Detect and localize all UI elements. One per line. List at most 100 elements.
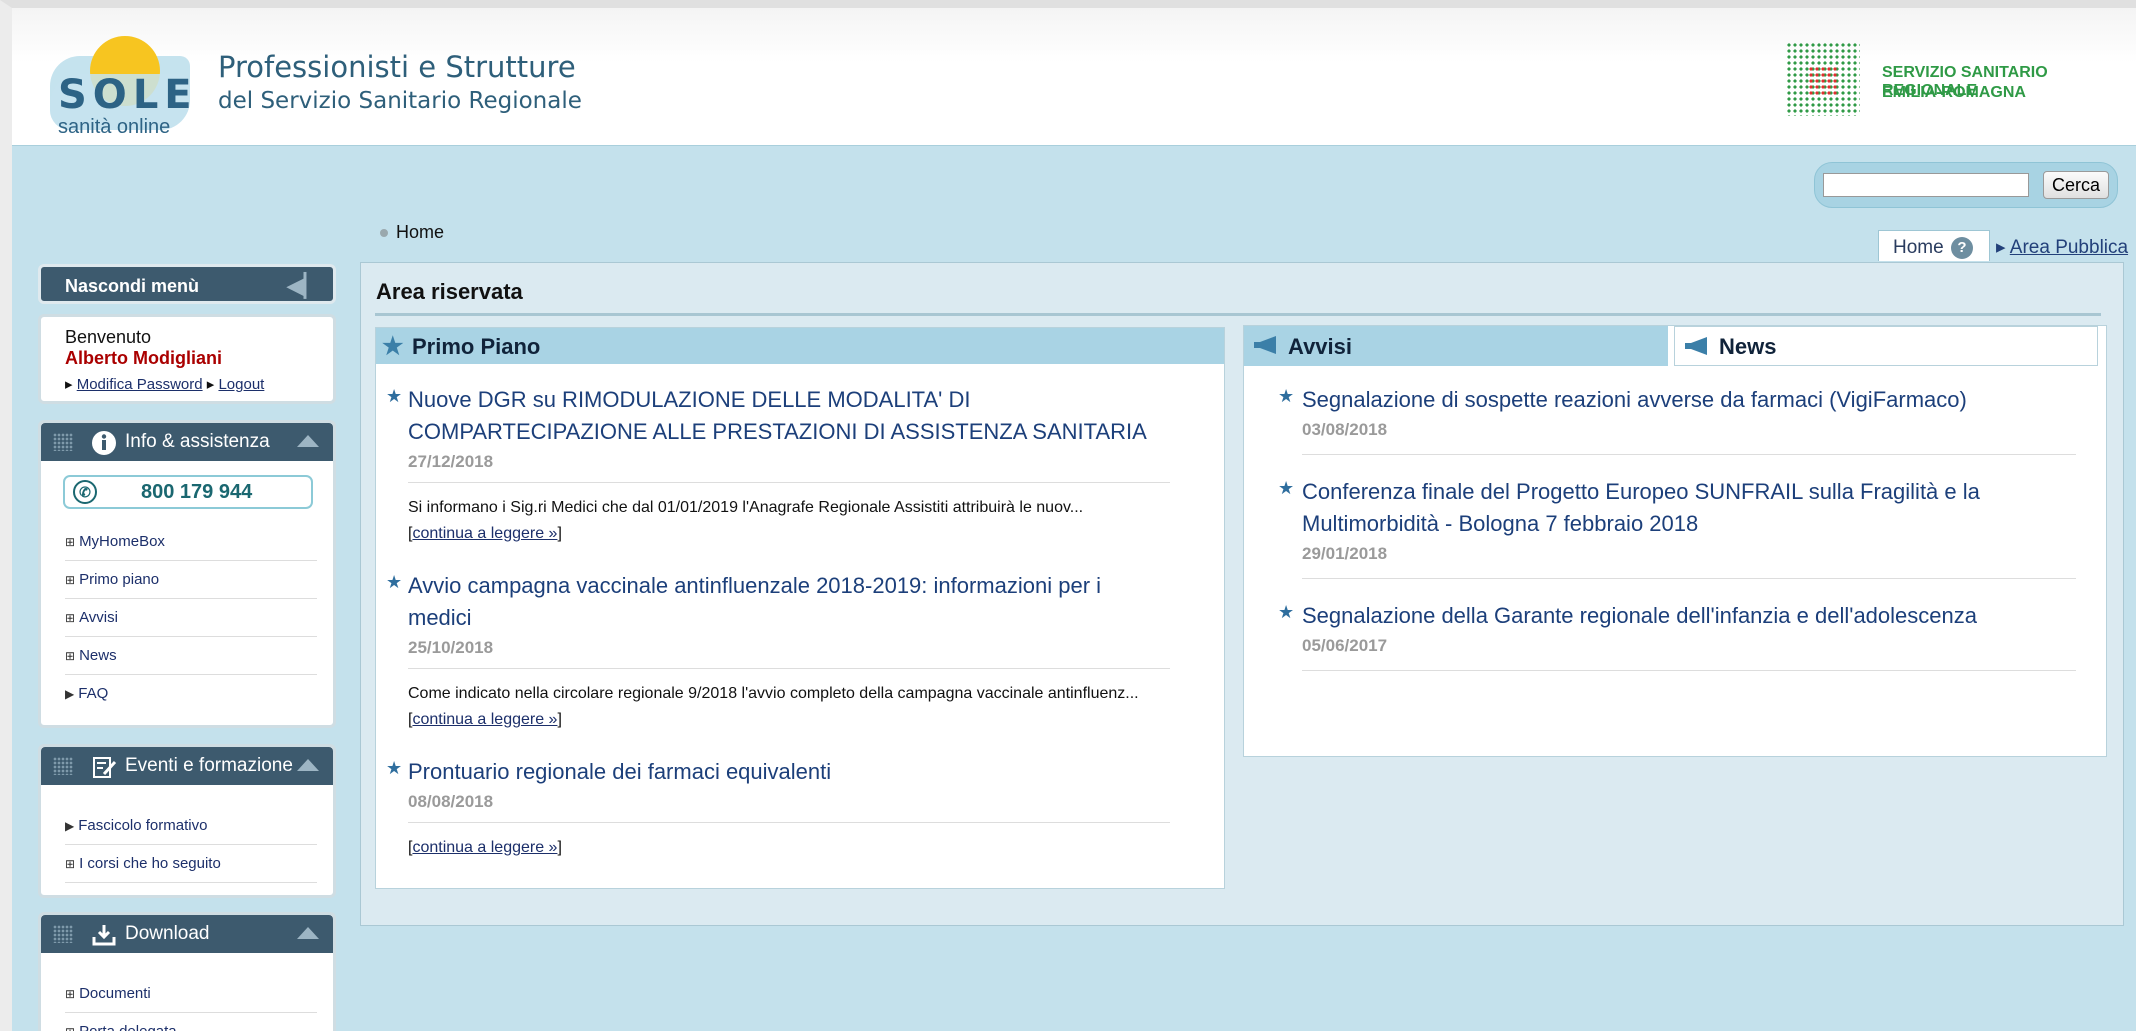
- events-item-label: I corsi che ho seguito: [79, 855, 221, 872]
- info-item-myhomebox[interactable]: ⊞ MyHomeBox: [65, 523, 317, 561]
- bullet-icon: [380, 229, 388, 238]
- site-header: SOLE sanità online Professionisti e Stru…: [12, 8, 2136, 146]
- primo-piano-header: ★ Primo Piano: [376, 328, 1224, 364]
- events-list: ▶ Fascicolo formativo ⊞ I corsi che ho seg…: [41, 785, 333, 891]
- phone-label: 800 179 944: [141, 481, 253, 503]
- avviso-title[interactable]: Segnalazione della Garante regionale del…: [1302, 600, 2076, 632]
- info-item-faq[interactable]: ▶ FAQ: [65, 675, 317, 713]
- info-item-primo-piano[interactable]: ⊞ Primo piano: [65, 561, 317, 599]
- rer-logo-line2: EMILIA-ROMAGNA: [1882, 84, 2026, 101]
- avvisi-news-column: Avvisi News ★ Segnalazione di sospette r…: [1243, 325, 2107, 757]
- download-panel-title: Download: [125, 923, 210, 944]
- search-box: Cerca: [1814, 162, 2118, 208]
- site-title: Professionisti e Strutture: [218, 50, 576, 84]
- collapse-up-icon[interactable]: [297, 435, 319, 447]
- title-divider: [375, 313, 2101, 316]
- download-list: ⊞Documenti ⊞Porta delegata: [41, 953, 333, 1031]
- collapse-up-icon[interactable]: [297, 759, 319, 771]
- item-title[interactable]: Prontuario regionale dei farmaci equival…: [408, 756, 1170, 788]
- edit-note-icon: [91, 754, 117, 780]
- info-panel: Info & assistenza ✆ 800 179 944 ⊞ MyHomeB…: [38, 420, 336, 728]
- avviso-title[interactable]: Segnalazione di sospette reazioni avvers…: [1302, 384, 2076, 416]
- breadcrumb-home[interactable]: Home: [396, 222, 444, 242]
- avviso-date: 05/06/2017: [1302, 636, 2076, 671]
- change-password-link[interactable]: Modifica Password: [77, 376, 203, 393]
- download-item-documenti[interactable]: ⊞ Documenti: [65, 975, 317, 1013]
- collapse-left-icon: ◀▏: [287, 273, 321, 298]
- info-item-label: FAQ: [78, 685, 109, 702]
- item-excerpt: Come indicato nella circolare regionale …: [408, 685, 1139, 728]
- primo-piano-item: ★ Avvio campagna vaccinale antinfluenzal…: [386, 570, 1170, 733]
- avviso-item: ★ Conferenza finale del Progetto Europeo…: [1278, 476, 2076, 579]
- avviso-title[interactable]: Conferenza finale del Progetto Europeo S…: [1302, 476, 2076, 540]
- star-icon: ★: [1278, 602, 1295, 622]
- info-list: ⊞ MyHomeBox ⊞ Primo piano ⊞ Avvisi ⊞ News ▶ F…: [41, 513, 333, 721]
- drag-grid-icon[interactable]: [53, 925, 73, 943]
- download-item-porta-delegata[interactable]: ⊞ Porta delegata: [65, 1013, 317, 1031]
- page-title: Area riservata: [376, 279, 523, 304]
- account-links: ▸ Modifica Password ▸ Logout: [65, 376, 265, 393]
- item-excerpt: [continua a leggere »]: [408, 839, 562, 856]
- star-icon: ★: [386, 572, 403, 592]
- tab-avvisi-label: Avvisi: [1288, 334, 1353, 359]
- help-icon[interactable]: ?: [1951, 237, 1973, 259]
- primo-piano-item: ★ Prontuario regionale dei farmaci equiv…: [386, 756, 1170, 861]
- download-item-label: Documenti: [79, 985, 151, 1002]
- info-item-avvisi[interactable]: ⊞ Avvisi: [65, 599, 317, 637]
- link-box-icon: ⊞: [65, 611, 76, 625]
- primo-piano-column: ★ Primo Piano ★ Nuove DGR su RIMODULAZIO…: [375, 327, 1225, 889]
- read-more-link[interactable]: continua a leggere »: [412, 711, 557, 728]
- star-icon: ★: [382, 333, 404, 360]
- primo-piano-title: Primo Piano: [412, 334, 541, 359]
- drag-grid-icon[interactable]: [53, 433, 73, 451]
- events-item-label: Fascicolo formativo: [78, 817, 208, 834]
- tab-news-label: News: [1719, 334, 1777, 359]
- drag-grid-icon[interactable]: [53, 757, 73, 775]
- avviso-item: ★ Segnalazione di sospette reazioni avve…: [1278, 384, 2076, 455]
- logo-text: SOLE: [58, 72, 198, 118]
- tab-avvisi[interactable]: Avvisi: [1244, 326, 1668, 366]
- collapse-up-icon[interactable]: [297, 927, 319, 939]
- logout-link[interactable]: Logout: [218, 376, 264, 393]
- info-panel-header[interactable]: Info & assistenza: [41, 423, 333, 461]
- star-icon: ★: [386, 386, 403, 406]
- link-box-icon: ⊞: [65, 987, 76, 1001]
- download-item-label: Porta delegata: [79, 1023, 177, 1031]
- events-item-fascicolo[interactable]: ▶ Fascicolo formativo: [65, 807, 317, 845]
- events-item-corsi[interactable]: ⊞ I corsi che ho seguito: [65, 845, 317, 883]
- main-content: Area riservata ★ Primo Piano ★ Nuove DGR…: [360, 262, 2124, 926]
- events-panel-header[interactable]: Eventi e formazione: [41, 747, 333, 785]
- phone-icon: ✆: [73, 480, 97, 504]
- hide-menu-button[interactable]: Nascondi menù ◀▏: [38, 264, 336, 304]
- item-date: 08/08/2018: [408, 792, 1170, 823]
- phone-number: ✆ 800 179 944: [63, 475, 313, 509]
- item-date: 25/10/2018: [408, 638, 1170, 669]
- tab-home[interactable]: Home ?: [1878, 230, 1990, 261]
- item-title[interactable]: Avvio campagna vaccinale antinfluenzale …: [408, 570, 1170, 634]
- item-excerpt-text: Come indicato nella circolare regionale …: [408, 685, 1139, 702]
- avviso-item: ★ Segnalazione della Garante regionale d…: [1278, 600, 2076, 671]
- megaphone-icon: [1254, 336, 1276, 354]
- item-title[interactable]: Nuove DGR su RIMODULAZIONE DELLE MODALIT…: [408, 384, 1170, 448]
- area-pubblica-link[interactable]: ▸ Area Pubblica: [1996, 236, 2128, 259]
- read-more-link[interactable]: continua a leggere »: [412, 525, 557, 542]
- download-panel-header[interactable]: Download: [41, 915, 333, 953]
- item-excerpt: Si informano i Sig.ri Medici che dal 01/…: [408, 499, 1084, 542]
- info-icon: [91, 430, 117, 456]
- info-item-label: Avvisi: [79, 609, 118, 626]
- sole-logo[interactable]: SOLE sanità online: [42, 34, 192, 138]
- user-name: Alberto Modigliani: [65, 348, 222, 368]
- search-button[interactable]: Cerca: [2043, 171, 2109, 199]
- download-panel: Download ⊞Documenti ⊞Porta delegata: [38, 912, 336, 1031]
- megaphone-icon: [1685, 337, 1707, 355]
- breadcrumb: Home: [380, 222, 444, 243]
- info-item-news[interactable]: ⊞ News: [65, 637, 317, 675]
- link-box-icon: ⊞: [65, 1025, 75, 1031]
- hide-menu-label: Nascondi menù: [65, 276, 200, 296]
- search-input[interactable]: [1823, 173, 2029, 197]
- read-more-link[interactable]: continua a leggere »: [412, 839, 557, 856]
- arrow-right-icon: ▶: [65, 687, 75, 701]
- link-box-icon: ⊞: [65, 857, 76, 871]
- area-pubblica-label[interactable]: Area Pubblica: [2010, 237, 2128, 258]
- tab-news[interactable]: News: [1674, 326, 2098, 366]
